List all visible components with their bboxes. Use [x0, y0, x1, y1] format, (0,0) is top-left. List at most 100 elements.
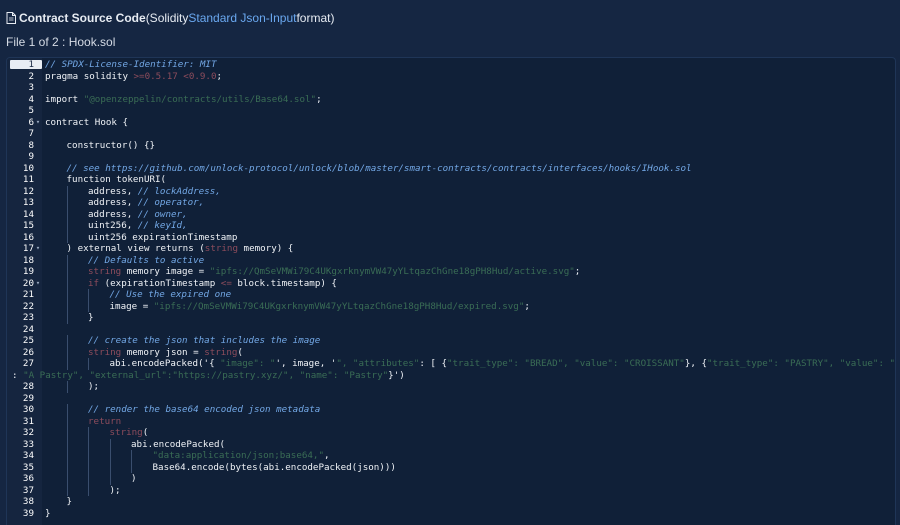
- code-line-text: );: [88, 381, 99, 393]
- code-line[interactable]: 36): [7, 473, 895, 485]
- line-number: 5: [28, 105, 34, 116]
- code-line[interactable]: 19 string memory image = "ipfs://QmSeVMWi…: [7, 266, 895, 278]
- indent-guide: [66, 461, 68, 473]
- code-line[interactable]: 7: [7, 128, 895, 140]
- code-line[interactable]: 21 // Use the expired one: [7, 289, 895, 301]
- line-number: 6: [28, 116, 34, 128]
- code-token: }: [88, 312, 94, 323]
- line-number: 24: [22, 323, 34, 335]
- fold-toggle-icon[interactable]: ▾: [35, 117, 41, 129]
- line-number: 23: [22, 312, 34, 323]
- code-editor[interactable]: 1 // SPDX-License-Identifier: MIT 2 pragma …: [6, 57, 896, 525]
- code-line[interactable]: 20 ▾ if (expirationTimestamp <= block.time…: [7, 277, 895, 290]
- line-number: 17: [22, 243, 34, 254]
- code-line[interactable]: 35 Base64.encode(bytes(abi.encodePacked(j…: [7, 461, 895, 473]
- code-line-text: address, // operator,: [88, 197, 204, 209]
- code-line[interactable]: 16 uint256 expirationTimestamp: [7, 231, 895, 243]
- code-token: string: [109, 427, 143, 438]
- code-line[interactable]: 23}: [7, 312, 895, 324]
- indent-guide: [109, 438, 111, 450]
- code-token: // see https://github.com/unlock-protoco…: [66, 162, 692, 174]
- code-line[interactable]: 13 address, // operator,: [7, 197, 895, 209]
- code-line[interactable]: 29: [7, 393, 895, 405]
- code-token: >=0.5.17 <0.9.0: [133, 70, 217, 82]
- indent-guide: [66, 484, 68, 496]
- code-line[interactable]: 28);: [7, 381, 895, 393]
- code-token: }'): [388, 369, 405, 381]
- code-token: block.timestamp) {: [231, 277, 337, 289]
- indent-guide: [88, 473, 89, 485]
- code-line[interactable]: 31 return: [7, 415, 895, 427]
- code-line[interactable]: 17 ▾ ) external view returns (string memor…: [7, 243, 895, 255]
- code-line-text: }: [45, 508, 51, 520]
- code-line[interactable]: 10 // see https://github.com/unlock-proto…: [7, 163, 895, 175]
- code-line[interactable]: : "A Pastry", "external_url":"https://pa…: [7, 370, 895, 382]
- code-line[interactable]: 9: [7, 151, 895, 163]
- code-line-text: image = "ipfs://QmSeVMWi79C4UKgxrknymVW4…: [110, 301, 530, 313]
- indent-guide: [66, 404, 68, 416]
- code-line[interactable]: 32 string(: [7, 427, 895, 439]
- code-line[interactable]: 25 // create the json that includes the i…: [7, 335, 895, 347]
- code-line[interactable]: 18 // Defaults to active: [7, 254, 895, 266]
- code-line-text: contract Hook {: [45, 117, 128, 129]
- code-token: "data:application/json;base64,": [152, 450, 324, 461]
- indent-guide: [88, 289, 89, 301]
- line-number: 11: [22, 174, 34, 185]
- code-line[interactable]: 6 ▾ contract Hook {: [7, 117, 895, 129]
- code-line[interactable]: 33 abi.encodePacked(: [7, 438, 895, 450]
- code-line-text: }: [88, 312, 94, 324]
- code-token: memory) {: [238, 243, 294, 254]
- code-line[interactable]: 34 "data:application/json;base64,",: [7, 450, 895, 462]
- line-number: 20: [22, 277, 34, 289]
- code-token: abi.encodePacked('{: [109, 358, 221, 369]
- format-prefix: (Solidity: [145, 11, 189, 25]
- code-line[interactable]: 8 constructor() {}: [7, 140, 895, 152]
- indent-guide: [66, 427, 68, 439]
- code-line[interactable]: 38}: [7, 496, 895, 508]
- code-line[interactable]: 22 image = "ipfs://QmSeVMWi79C4UKgxrknymV…: [7, 300, 895, 313]
- code-line[interactable]: 5: [7, 105, 895, 117]
- code-token: image =: [109, 300, 154, 312]
- line-number: 31: [22, 415, 34, 427]
- fold-toggle-icon[interactable]: ▾: [35, 243, 41, 255]
- code-line[interactable]: 15 uint256, // keyId,: [7, 220, 895, 232]
- standard-json-input-link[interactable]: Standard Json-Input: [188, 11, 296, 25]
- document-icon: [6, 12, 16, 24]
- code-line-text: // create the json that includes the ima…: [88, 335, 320, 347]
- code-line[interactable]: 26 string memory json = string(: [7, 346, 895, 358]
- code-line[interactable]: 30 // render the base64 encoded json meta…: [7, 404, 895, 416]
- indent-guide: [66, 358, 68, 370]
- code-line[interactable]: 14 address, // owner,: [7, 208, 895, 220]
- code-line-text: pragma solidity >=0.5.17 <0.9.0;: [45, 71, 222, 83]
- code-token: :: [12, 369, 24, 381]
- code-token: "trait_type": "PASTRY", "value": "30-DAY…: [706, 358, 896, 369]
- code-line[interactable]: 4 import "@openzeppelin/contracts/utils/B…: [7, 94, 895, 106]
- code-line-text: ): [131, 473, 137, 485]
- code-token: "trait_type": "BREAD", "value": "CROISSA…: [446, 358, 685, 369]
- code-line[interactable]: 39}: [7, 508, 895, 520]
- indent-guide: [66, 289, 68, 301]
- code-line[interactable]: 11 function tokenURI(: [7, 174, 895, 186]
- indent-guide: [109, 473, 111, 485]
- code-line-text: ) external view returns (string memory) …: [67, 243, 294, 255]
- code-token: // owner,: [137, 208, 188, 220]
- code-line[interactable]: 2 pragma solidity >=0.5.17 <0.9.0;: [7, 71, 895, 83]
- code-line[interactable]: 27 abi.encodePacked('{ "image": "', image…: [7, 358, 895, 370]
- code-line-text: abi.encodePacked('{ "image": "', image, …: [109, 358, 896, 370]
- indent-guide: [88, 358, 89, 370]
- line-number: 15: [22, 220, 34, 231]
- code-line[interactable]: 3: [7, 82, 895, 94]
- fold-toggle-icon[interactable]: ▾: [35, 278, 41, 290]
- code-token: uint256,: [88, 220, 138, 231]
- source-code[interactable]: 1 // SPDX-License-Identifier: MIT 2 pragma …: [7, 59, 895, 519]
- code-line[interactable]: 12 address, // lockAddress,: [7, 185, 895, 197]
- code-line-text: "data:application/json;base64,",: [153, 450, 330, 462]
- code-token: Base64.encode(bytes(abi.encodePacked(jso…: [152, 461, 396, 473]
- code-line[interactable]: 24: [7, 324, 895, 336]
- line-number: 21: [22, 289, 34, 300]
- code-token: string: [204, 243, 238, 254]
- code-line[interactable]: 1 // SPDX-License-Identifier: MIT: [7, 59, 895, 71]
- code-token: }: [45, 507, 51, 519]
- code-token: }: [66, 496, 73, 507]
- code-line[interactable]: 37);: [7, 484, 895, 496]
